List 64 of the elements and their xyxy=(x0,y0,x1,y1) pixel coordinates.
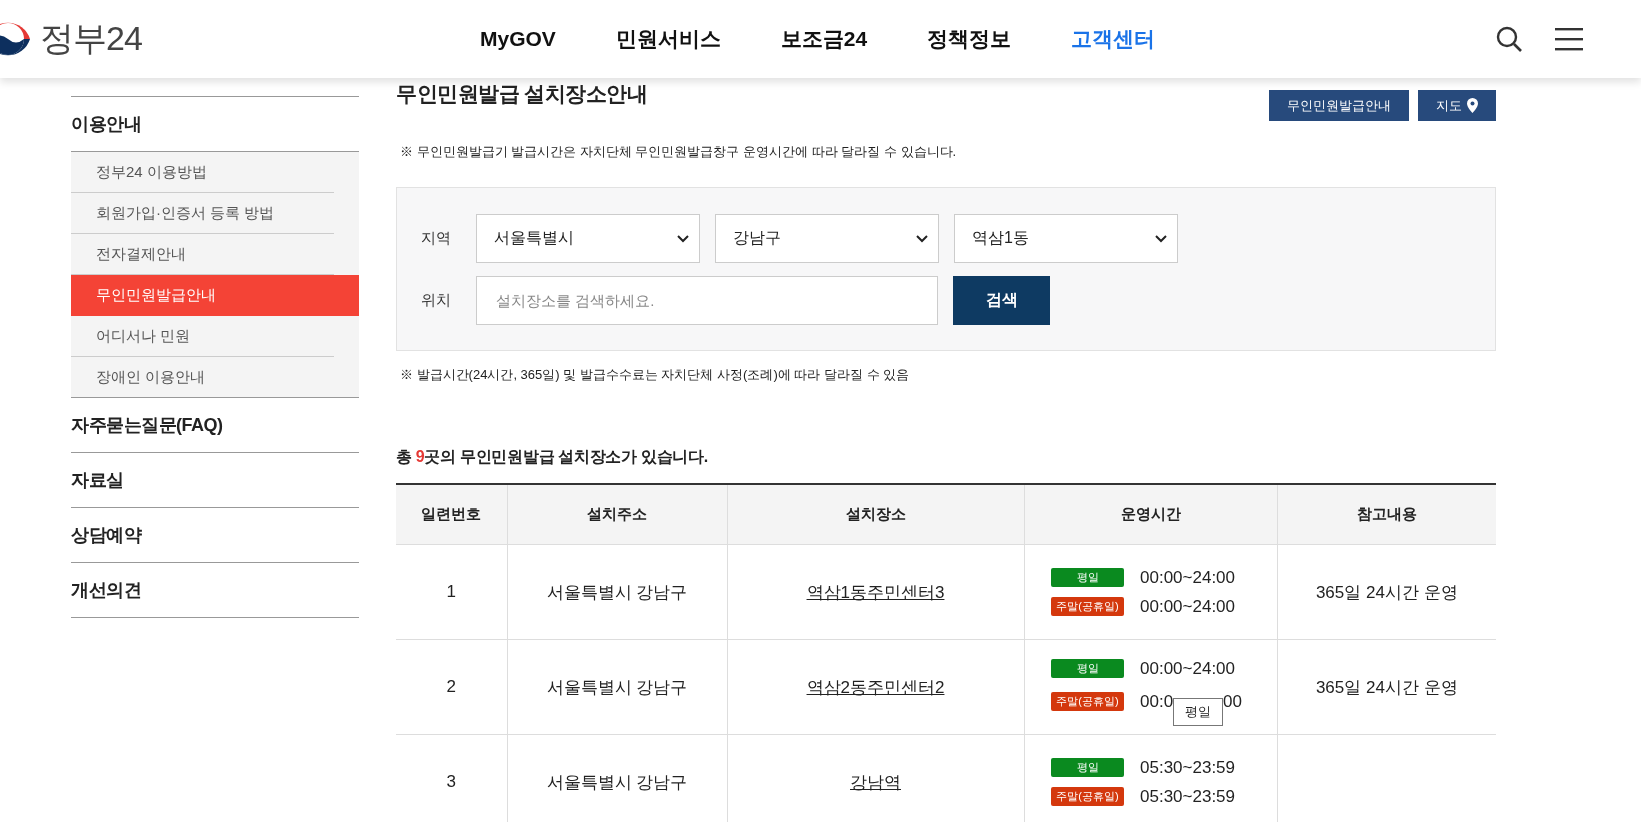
table-cell: 서울특별시 강남구 xyxy=(546,582,688,602)
table-cell: 3 xyxy=(446,772,456,791)
submenu-item[interactable]: 정부24 이용방법 xyxy=(71,152,334,193)
sidebar-item[interactable]: 자료실 xyxy=(71,452,359,507)
sidebar-item[interactable]: 개선의견 xyxy=(71,562,359,617)
time-text: 00 xyxy=(1223,691,1242,712)
table-cell: 서울특별시 강남구 xyxy=(546,772,688,792)
column-header: 참고내용 xyxy=(1277,484,1496,545)
table-cell: 1 xyxy=(446,582,456,601)
table-cell: 365일 24시간 운영 xyxy=(1315,677,1458,697)
column-header: 설치주소 xyxy=(507,484,727,545)
info-button[interactable]: 무인민원발급안내 xyxy=(1269,90,1409,121)
day-badge: 주말(공휴일) xyxy=(1051,597,1124,616)
place-link[interactable]: 역삼1동주민센터3 xyxy=(806,582,945,602)
chevron-down-icon xyxy=(677,234,689,243)
chevron-down-icon xyxy=(1155,234,1167,243)
day-badge: 주말(공휴일) xyxy=(1051,787,1124,806)
day-badge: 평일 xyxy=(1051,659,1124,678)
region-dropdown[interactable]: 강남구 xyxy=(715,214,939,263)
result-summary: 총 9곳의 무인민원발급 설치장소가 있습니다. xyxy=(396,447,709,467)
sidebar-item[interactable]: 상담예약 xyxy=(71,507,359,562)
time-text: 00:00~24:00 xyxy=(1140,596,1235,617)
submenu-item[interactable]: 어디서나 민원 xyxy=(71,316,334,357)
column-header: 일련번호 xyxy=(396,484,507,545)
nav-tab[interactable]: MyGOV xyxy=(480,25,556,53)
nav-tab[interactable]: 정책정보 xyxy=(927,25,1012,53)
time-text: 05:30~23:59 xyxy=(1140,786,1235,807)
time-text: 00:00~24:00 xyxy=(1140,658,1235,679)
place-link[interactable]: 강남역 xyxy=(850,772,901,792)
page-title: 무인민원발급 설치장소안내 xyxy=(396,81,648,107)
submenu-item[interactable]: 무인민원발급안내 xyxy=(71,275,334,316)
day-badge: 주말(공휴일) xyxy=(1051,692,1124,711)
region-dropdown[interactable]: 서울특별시 xyxy=(476,214,700,263)
time-text: 05:30~23:59 xyxy=(1140,757,1235,778)
logo-text[interactable]: 정부24 xyxy=(40,16,142,62)
search-icon[interactable] xyxy=(1495,25,1523,53)
search-field[interactable]: 설치장소를 검색하세요. xyxy=(476,276,938,325)
menu-icon[interactable] xyxy=(1555,27,1583,51)
nav-tab[interactable]: 보조금24 xyxy=(780,25,868,53)
table-cell: 365일 24시간 운영 xyxy=(1315,582,1458,602)
column-header: 운영시간 xyxy=(1024,484,1277,545)
nav-tab[interactable]: 민원서비스 xyxy=(615,25,721,53)
map-pin-icon xyxy=(1467,98,1478,113)
column-header: 설치장소 xyxy=(727,484,1024,545)
region-dropdown[interactable]: 역삼1동 xyxy=(954,214,1178,263)
nav-tab[interactable]: 고객센터 xyxy=(1071,25,1156,53)
place-link[interactable]: 역삼2동주민센터2 xyxy=(806,677,945,697)
day-badge: 평일 xyxy=(1051,758,1124,777)
map-button[interactable]: 지도 xyxy=(1418,90,1496,121)
sidebar-item[interactable]: 자주묻는질문(FAQ) xyxy=(71,397,359,452)
chevron-down-icon xyxy=(916,234,928,243)
region-label: 지역 xyxy=(421,229,452,248)
table-cell: 2 xyxy=(446,677,456,696)
day-badge: 평일 xyxy=(1051,568,1124,587)
time-text: 00:00~24:00 xyxy=(1140,567,1235,588)
submenu-item[interactable]: 회원가입·인증서 등록 방법 xyxy=(71,193,334,234)
tooltip: 평일 xyxy=(1173,697,1224,726)
notice-text: ※ 무인민원발급기 발급시간은 자치단체 무인민원발급창구 운영시간에 따라 달라질 수 있습니다. xyxy=(400,143,958,161)
location-label: 위치 xyxy=(421,291,452,310)
time-text: 00:0 xyxy=(1140,691,1174,712)
submenu-item[interactable]: 장애인 이용안내 xyxy=(71,357,334,397)
notice-text: ※ 발급시간(24시간, 365일) 및 발급수수료는 자치단체 사정(조례)에 따라 달라질 수 있음 xyxy=(400,366,911,384)
table-cell: 서울특별시 강남구 xyxy=(546,677,688,697)
search-button[interactable]: 검색 xyxy=(953,276,1050,325)
